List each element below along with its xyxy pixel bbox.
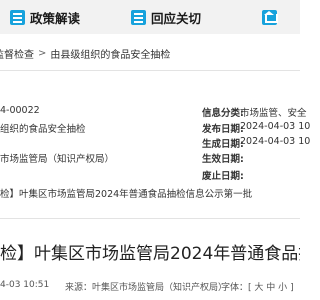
info-doc-title: 检】叶集区市场监管局2024年普通食品抽检信息公示第一批: [0, 189, 253, 200]
font-size-close-bracket: ]: [290, 283, 294, 293]
document-list-icon: [10, 9, 25, 25]
font-size-small-button[interactable]: 小: [278, 280, 287, 293]
info-publish-date-value: 2024-04-03 10: [240, 121, 311, 132]
info-repeal-date-label: 废止日期:: [202, 171, 244, 182]
divider: [0, 218, 300, 219]
info-classification-label: 信息分类:: [202, 108, 244, 119]
divider: [0, 70, 300, 71]
index-number: 4-00022: [0, 105, 40, 116]
info-generated-date-label: 生成日期:: [202, 139, 244, 150]
breadcrumb: 监督检查 > 由县级组织的食品安全抽检: [0, 46, 170, 61]
nav-home[interactable]: [262, 0, 282, 34]
font-size-large-button[interactable]: 大: [254, 280, 263, 293]
font-size-control: 字体：[ 大 中 小 ]: [221, 280, 294, 293]
info-generated-date-value: 2024-04-03 10: [240, 136, 311, 147]
breadcrumb-item-county-inspection[interactable]: 由县级组织的食品安全抽检: [50, 46, 170, 61]
nav-response-concerns-label: 回应关切: [151, 10, 202, 26]
nav-policy-interpretation[interactable]: 政策解读: [10, 0, 80, 34]
info-publisher: 市场监管局（知识产权局）: [0, 154, 115, 165]
info-effective-date-label: 生效日期:: [202, 154, 244, 165]
info-classification-value: 市场监管、安全: [240, 108, 307, 119]
article-source: 来源：叶集区市场监管局（知识产权局）: [65, 283, 228, 293]
font-size-label: 字体：[: [221, 283, 252, 293]
info-category: 组织的食品安全抽检: [0, 124, 86, 135]
nav-policy-interpretation-label: 政策解读: [30, 10, 81, 26]
info-publish-date-label: 发布日期:: [202, 124, 244, 135]
article-title: 检】叶集区市场监管局2024年普通食品抽检: [0, 244, 300, 261]
breadcrumb-item-supervision[interactable]: 监督检查: [0, 46, 34, 61]
article-date: 4-03 10:51: [0, 280, 50, 290]
nav-response-concerns[interactable]: 回应关切: [131, 0, 201, 34]
top-nav: 政策解读 回应关切: [0, 0, 300, 34]
font-size-medium-button[interactable]: 中: [266, 280, 275, 293]
home-icon: [262, 9, 278, 25]
document-list-icon: [131, 9, 146, 25]
breadcrumb-separator: >: [38, 47, 47, 59]
